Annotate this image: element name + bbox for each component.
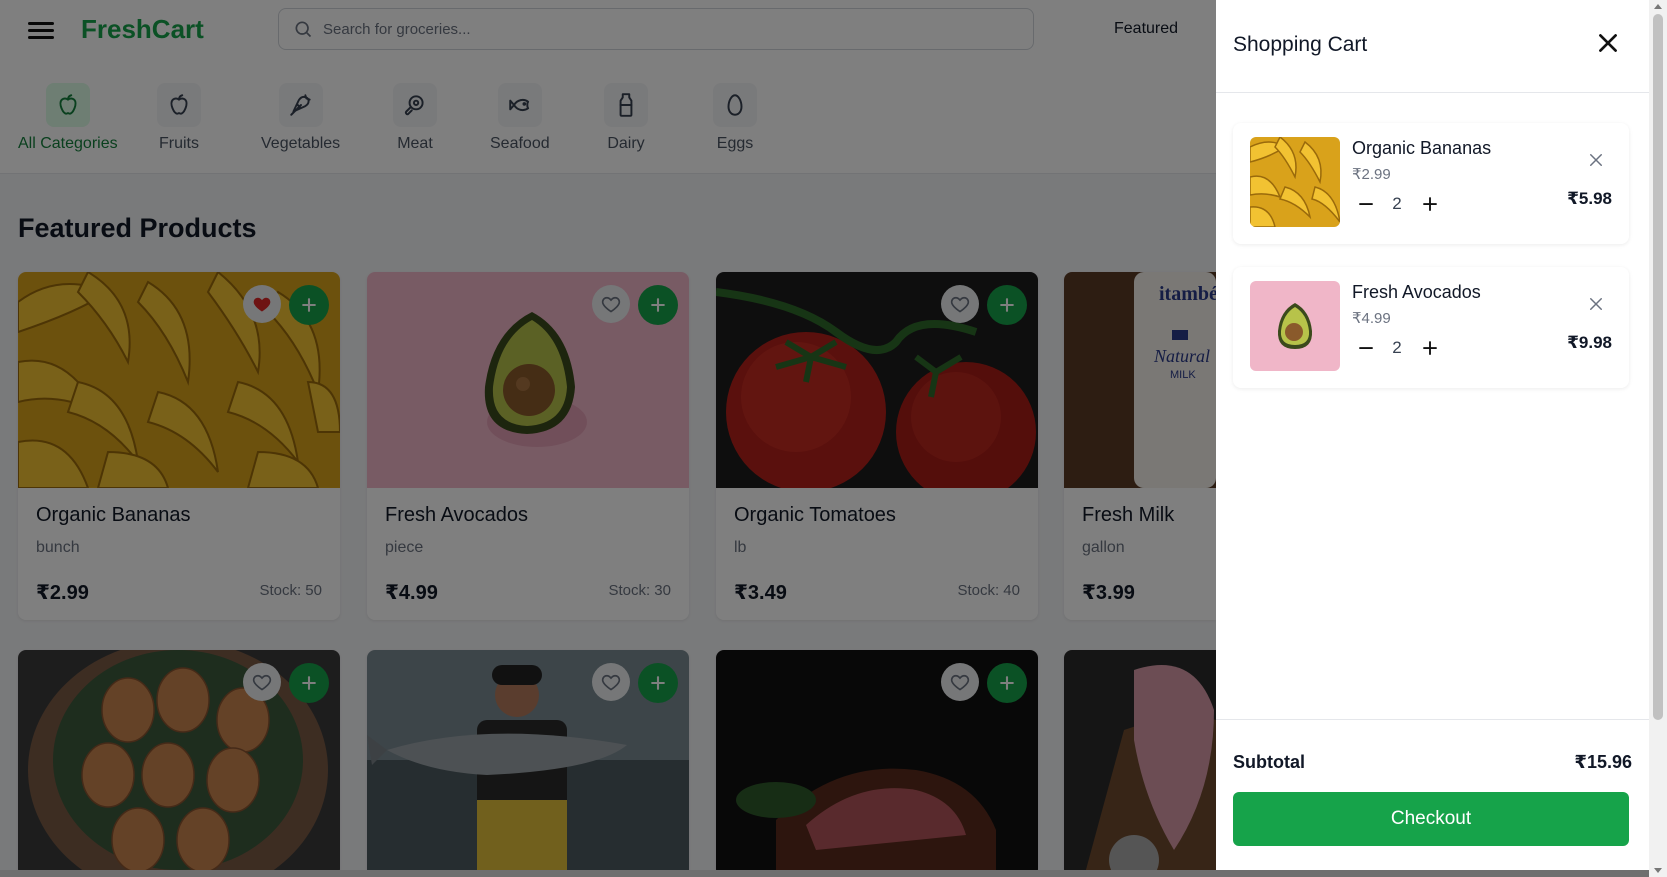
subtotal-label: Subtotal [1233,752,1305,772]
scroll-up-arrow-icon[interactable] [1654,4,1662,9]
minus-icon[interactable] [1357,339,1375,357]
cart-item-unit-price: ₹2.99 [1352,166,1391,183]
shopping-cart-panel: Shopping Cart Organic Bananas ₹2.99 2 ₹5… [1216,0,1649,877]
vertical-scrollbar[interactable] [1649,0,1667,877]
scrollbar-thumb[interactable] [1653,14,1663,720]
cart-header: Shopping Cart [1216,0,1649,93]
cart-item-image-bananas [1250,137,1340,227]
cart-footer: Subtotal ₹15.96 Checkout [1216,719,1649,877]
cart-item-quantity: 2 [1392,194,1402,213]
cart-item-name: Fresh Avocados [1352,282,1481,302]
cart-item: Organic Bananas ₹2.99 2 ₹5.98 [1233,123,1629,244]
horizontal-scrollbar[interactable] [0,870,1649,877]
remove-item-icon[interactable] [1587,295,1605,313]
cart-title: Shopping Cart [1233,33,1368,56]
scroll-down-arrow-icon[interactable] [1654,868,1662,873]
cart-item-quantity: 2 [1392,338,1402,357]
modal-backdrop[interactable] [0,0,1216,877]
plus-icon[interactable] [1421,339,1439,357]
cart-item-total: ₹5.98 [1567,189,1612,208]
plus-icon[interactable] [1421,195,1439,213]
close-icon[interactable] [1595,30,1621,56]
cart-item-total: ₹9.98 [1567,333,1612,352]
cart-item-name: Organic Bananas [1352,138,1492,158]
cart-item: Fresh Avocados ₹4.99 2 ₹9.98 [1233,267,1629,388]
subtotal-value: ₹15.96 [1574,752,1632,772]
checkout-button[interactable]: Checkout [1233,792,1629,846]
minus-icon[interactable] [1357,195,1375,213]
remove-item-icon[interactable] [1587,151,1605,169]
cart-item-unit-price: ₹4.99 [1352,310,1391,327]
cart-item-image-avocado [1250,281,1340,371]
